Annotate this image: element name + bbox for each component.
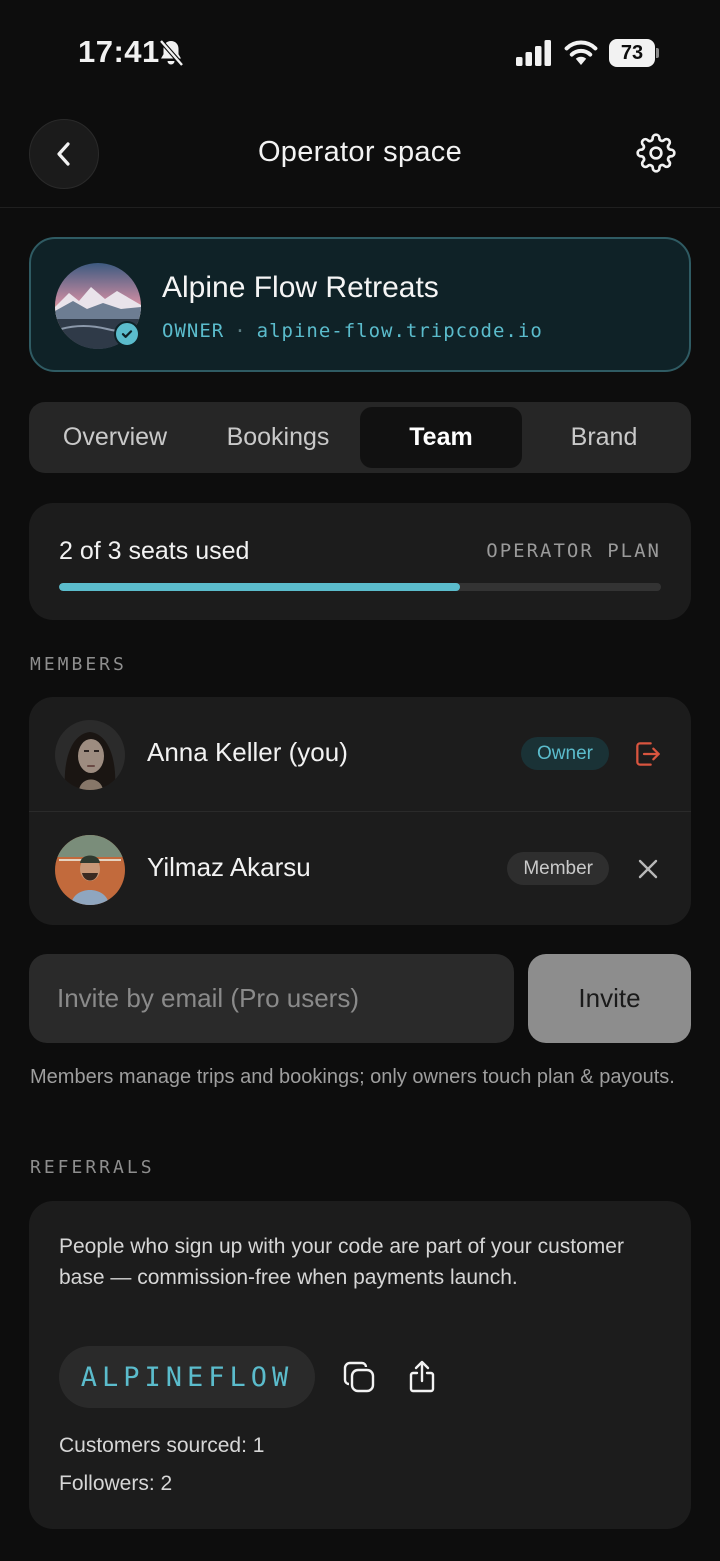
invite-email-input[interactable] xyxy=(29,954,514,1043)
avatar xyxy=(55,720,125,790)
tab-bar: Overview Bookings Team Brand xyxy=(29,402,691,473)
header: Operator space xyxy=(0,108,720,208)
gear-icon xyxy=(636,133,676,173)
meta-separator: · xyxy=(234,320,247,342)
member-row: Anna Keller (you) Owner xyxy=(29,697,691,811)
plan-label: OPERATOR PLAN xyxy=(486,540,661,562)
tab-team[interactable]: Team xyxy=(360,407,522,468)
referral-code[interactable]: ALPINEFLOW xyxy=(59,1346,315,1408)
battery-indicator: 73 xyxy=(609,39,659,67)
member-name: Anna Keller (you) xyxy=(147,737,348,767)
seats-usage-card: 2 of 3 seats used OPERATOR PLAN xyxy=(29,503,691,620)
seats-progress-fill xyxy=(59,583,461,591)
invite-button[interactable]: Invite xyxy=(528,954,691,1043)
copy-icon xyxy=(343,1361,375,1393)
tab-bookings[interactable]: Bookings xyxy=(197,407,359,468)
tab-brand[interactable]: Brand xyxy=(523,407,685,468)
wifi-icon xyxy=(564,40,598,65)
operator-domain[interactable]: alpine-flow.tripcode.io xyxy=(257,320,543,342)
members-section-title: MEMBERS xyxy=(30,654,127,675)
cellular-signal-icon xyxy=(516,40,551,66)
referrals-card: People who sign up with your code are pa… xyxy=(29,1201,691,1529)
role-badge-member: Member xyxy=(507,852,609,885)
seats-used-text: 2 of 3 seats used xyxy=(59,537,250,565)
settings-button[interactable] xyxy=(634,131,678,175)
remove-member-button[interactable] xyxy=(631,852,665,886)
role-label: OWNER xyxy=(162,320,225,342)
tab-overview[interactable]: Overview xyxy=(34,407,196,468)
leave-team-button[interactable] xyxy=(631,737,665,771)
share-code-button[interactable] xyxy=(405,1359,439,1395)
member-row: Yilmaz Akarsu Member xyxy=(29,811,691,925)
avatar xyxy=(55,835,125,905)
verified-check-icon xyxy=(114,321,140,347)
referrals-description: People who sign up with your code are pa… xyxy=(59,1235,624,1289)
status-bar: 17:41 73 xyxy=(0,0,720,108)
customers-sourced-stat: Customers sourced: 1 xyxy=(59,1434,265,1457)
share-icon xyxy=(409,1360,435,1393)
bell-off-icon xyxy=(159,39,184,67)
close-icon xyxy=(638,859,658,879)
role-badge-owner: Owner xyxy=(521,737,609,770)
referrals-section-title: REFERRALS xyxy=(30,1157,155,1178)
copy-code-button[interactable] xyxy=(341,1359,377,1395)
operator-name: Alpine Flow Retreats xyxy=(162,271,439,304)
operator-profile-card[interactable]: Alpine Flow Retreats OWNER · alpine-flow.t… xyxy=(29,237,691,372)
seats-progress-bar xyxy=(59,583,661,591)
status-time: 17:41 xyxy=(78,34,160,69)
member-name: Yilmaz Akarsu xyxy=(147,852,311,882)
battery-level: 73 xyxy=(609,39,655,67)
members-help-text: Members manage trips and bookings; only … xyxy=(30,1066,675,1088)
page-title: Operator space xyxy=(257,136,463,168)
leave-icon xyxy=(636,742,660,766)
members-list: Anna Keller (you) Owner Yilmaz Akarsu Me… xyxy=(29,697,691,925)
operator-meta: OWNER · alpine-flow.tripcode.io xyxy=(162,320,543,342)
followers-stat: Followers: 2 xyxy=(59,1472,173,1495)
